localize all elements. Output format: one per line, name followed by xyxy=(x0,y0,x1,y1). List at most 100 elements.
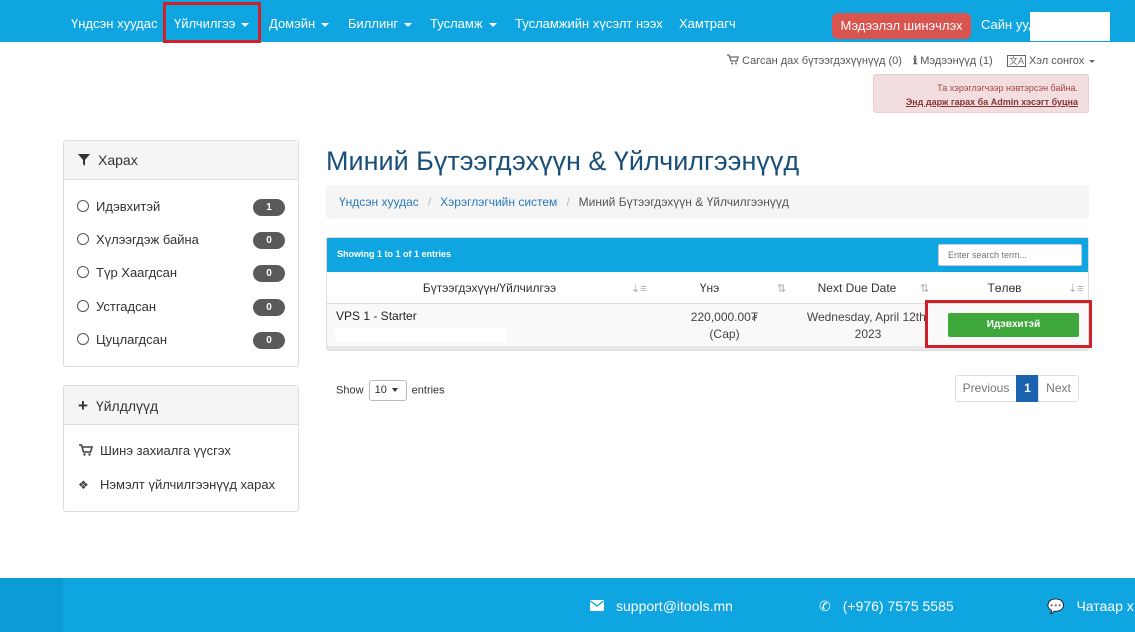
due-date-cell: Wednesday, April 12th, 2023 xyxy=(797,309,939,343)
nav-billing[interactable]: Биллинг xyxy=(348,0,413,42)
radio-icon[interactable] xyxy=(77,333,89,345)
breadcrumb-client-area[interactable]: Хэрэглэгчийн систем xyxy=(440,195,557,209)
nav-support[interactable]: Тусламж xyxy=(430,0,497,42)
filter-item-active[interactable]: Идэвхитэй 1 xyxy=(77,197,285,217)
entries-label: entries xyxy=(411,384,445,397)
sort-icon: ⇅ xyxy=(777,283,787,295)
column-label: Next Due Date xyxy=(817,281,897,295)
pagination-previous[interactable]: Previous xyxy=(955,375,1017,402)
radio-icon[interactable] xyxy=(77,300,89,312)
nav-home-label: Үндсэн хуудас xyxy=(71,16,158,31)
highlight-box xyxy=(163,2,261,43)
pagination-next[interactable]: Next xyxy=(1038,375,1079,402)
due-date-line2: 2023 xyxy=(854,327,882,341)
nav-domains-label: Домэйн xyxy=(269,16,316,31)
filter-item-label: Хүлээгдэж байна xyxy=(96,232,199,247)
envelope-icon xyxy=(590,600,604,611)
page-length-select[interactable]: 10 xyxy=(368,380,407,401)
phone-icon: ✆ xyxy=(819,598,831,614)
column-header-product[interactable]: Бүтээгдэхүүн/Үйлчилгээ xyxy=(327,272,652,304)
price-value: 220,000.00₮ xyxy=(690,310,759,324)
pagination-page-1[interactable]: 1 xyxy=(1016,375,1039,402)
filter-item-terminated[interactable]: Устгадсан 0 xyxy=(77,297,285,317)
view-addons-link[interactable]: ❖ Нэмэлт үйлчилгээнүүд харах xyxy=(78,477,275,492)
nav-billing-label: Биллинг xyxy=(348,16,399,31)
page-length-value: 10 xyxy=(374,384,387,396)
cart-icon xyxy=(727,54,739,65)
footer-phone[interactable]: ✆ (+976) 7575 5585 xyxy=(819,598,954,615)
sort-icon: ⇅ xyxy=(920,283,930,295)
column-header-due-date[interactable]: Next Due Date xyxy=(797,272,917,304)
filter-icon xyxy=(78,154,90,166)
chevron-down-icon xyxy=(1089,59,1096,63)
sort-icon: ⇣≡ xyxy=(1068,283,1084,295)
count-badge: 0 xyxy=(253,332,285,349)
action-label: Нэмэлт үйлчилгээнүүд харах xyxy=(100,477,276,492)
filter-panel-title: Харах xyxy=(98,152,138,168)
cart-link[interactable]: Сагсан дах бүтээгдэхүүнүүд (0) xyxy=(727,54,902,67)
breadcrumb-separator: / xyxy=(566,195,570,209)
price-cell: 220,000.00₮ (Сар) xyxy=(662,309,787,343)
filter-item-label: Идэвхитэй xyxy=(96,199,161,214)
nav-home[interactable]: Үндсэн хуудас xyxy=(71,0,157,42)
cart-icon xyxy=(79,444,94,456)
update-details-button[interactable]: Мэдээлэл шинэчлэх xyxy=(832,13,971,39)
notifications-label: Мэдээнүүд (1) xyxy=(920,55,993,67)
footer-email-text: support@itools.mn xyxy=(616,598,733,614)
billing-cycle: (Сар) xyxy=(709,327,740,341)
footer-phone-text: (+976) 7575 5585 xyxy=(842,598,954,614)
nav-domains[interactable]: Домэйн xyxy=(269,0,330,42)
table-toolbar: Showing 1 to 1 of 1 entries xyxy=(327,238,1088,272)
cubes-icon: ❖ xyxy=(78,478,89,492)
nav-open-ticket[interactable]: Тусламжийн хүсэлт нээх xyxy=(515,0,663,42)
actions-panel-header: + Үйлдлүүд xyxy=(64,386,298,425)
footer-chat[interactable]: 💬 Чатаар х xyxy=(1047,598,1134,615)
action-label: Шинэ захиалга үүсгэх xyxy=(100,443,231,458)
page-title: Миний Бүтээгдэхүүн & Үйлчилгээнүүд xyxy=(326,146,800,176)
show-label: Show xyxy=(336,384,364,397)
due-date-line1: Wednesday, April 12th, xyxy=(806,310,930,324)
chevron-down-icon xyxy=(404,22,413,27)
chevron-down-icon xyxy=(321,22,330,27)
nav-affiliates-label: Хамтрагч xyxy=(679,16,736,31)
greeting-text: Сайн уу, xyxy=(981,17,1032,32)
nav-support-label: Тусламж xyxy=(430,16,483,31)
count-badge: 1 xyxy=(253,199,285,216)
breadcrumb-home[interactable]: Үндсэн хуудас xyxy=(339,195,419,209)
username-box[interactable] xyxy=(1030,12,1110,41)
footer: support@itools.mn ✆ (+976) 7575 5585 💬 Чат… xyxy=(0,578,1135,632)
filter-item-pending[interactable]: Хүлээгдэж байна 0 xyxy=(77,230,285,250)
breadcrumb-separator: / xyxy=(427,195,432,209)
alert-text: Та хэрэглэгчээр нэвтэрсэн байна. xyxy=(937,83,1078,93)
footer-email[interactable]: support@itools.mn xyxy=(590,598,733,614)
count-badge: 0 xyxy=(253,232,285,249)
page-length-control: Show 10 entries xyxy=(336,380,445,401)
admin-login-alert: Та хэрэглэгчээр нэвтэрсэн байна. Энд дар… xyxy=(873,74,1089,113)
cart-label: Сагсан дах бүтээгдэхүүнүүд (0) xyxy=(742,55,902,67)
filter-item-suspended[interactable]: Түр Хаагдсан 0 xyxy=(77,263,285,283)
new-order-link[interactable]: Шинэ захиалга үүсгэх xyxy=(78,443,231,458)
filter-item-label: Түр Хаагдсан xyxy=(96,265,178,280)
count-badge: 0 xyxy=(253,265,285,282)
notifications-link[interactable]: ℹ Мэдээнүүд (1) xyxy=(913,54,993,67)
table-search-input[interactable] xyxy=(938,244,1082,266)
highlight-box xyxy=(925,300,1092,348)
radio-icon[interactable] xyxy=(77,266,89,278)
chevron-down-icon xyxy=(488,22,497,27)
radio-icon[interactable] xyxy=(77,200,89,212)
footer-chat-text: Чатаар х xyxy=(1076,598,1134,614)
nav-affiliates[interactable]: Хамтрагч xyxy=(679,0,736,42)
return-to-admin-link[interactable]: Энд дарж гарах ба Admin хэсэгт буцна xyxy=(874,95,1078,109)
filter-panel: Харах Идэвхитэй 1 Хүлээгдэж байна 0 Түр Ха… xyxy=(63,140,299,367)
chevron-down-icon xyxy=(391,388,398,393)
sort-icon: ⇣≡ xyxy=(631,283,647,295)
filter-panel-header: Харах xyxy=(64,141,298,180)
chat-icon: 💬 xyxy=(1047,598,1065,614)
column-label: Төлөв xyxy=(987,281,1022,295)
radio-icon[interactable] xyxy=(77,233,89,245)
entries-info: Showing 1 to 1 of 1 entries xyxy=(337,249,452,259)
footer-side-strip xyxy=(0,578,63,632)
language-selector[interactable]: 文A Хэл сонгох xyxy=(1007,54,1096,67)
column-header-price[interactable]: Үнэ xyxy=(652,272,767,304)
filter-item-cancelled[interactable]: Цуцлагдсан 0 xyxy=(77,330,285,350)
